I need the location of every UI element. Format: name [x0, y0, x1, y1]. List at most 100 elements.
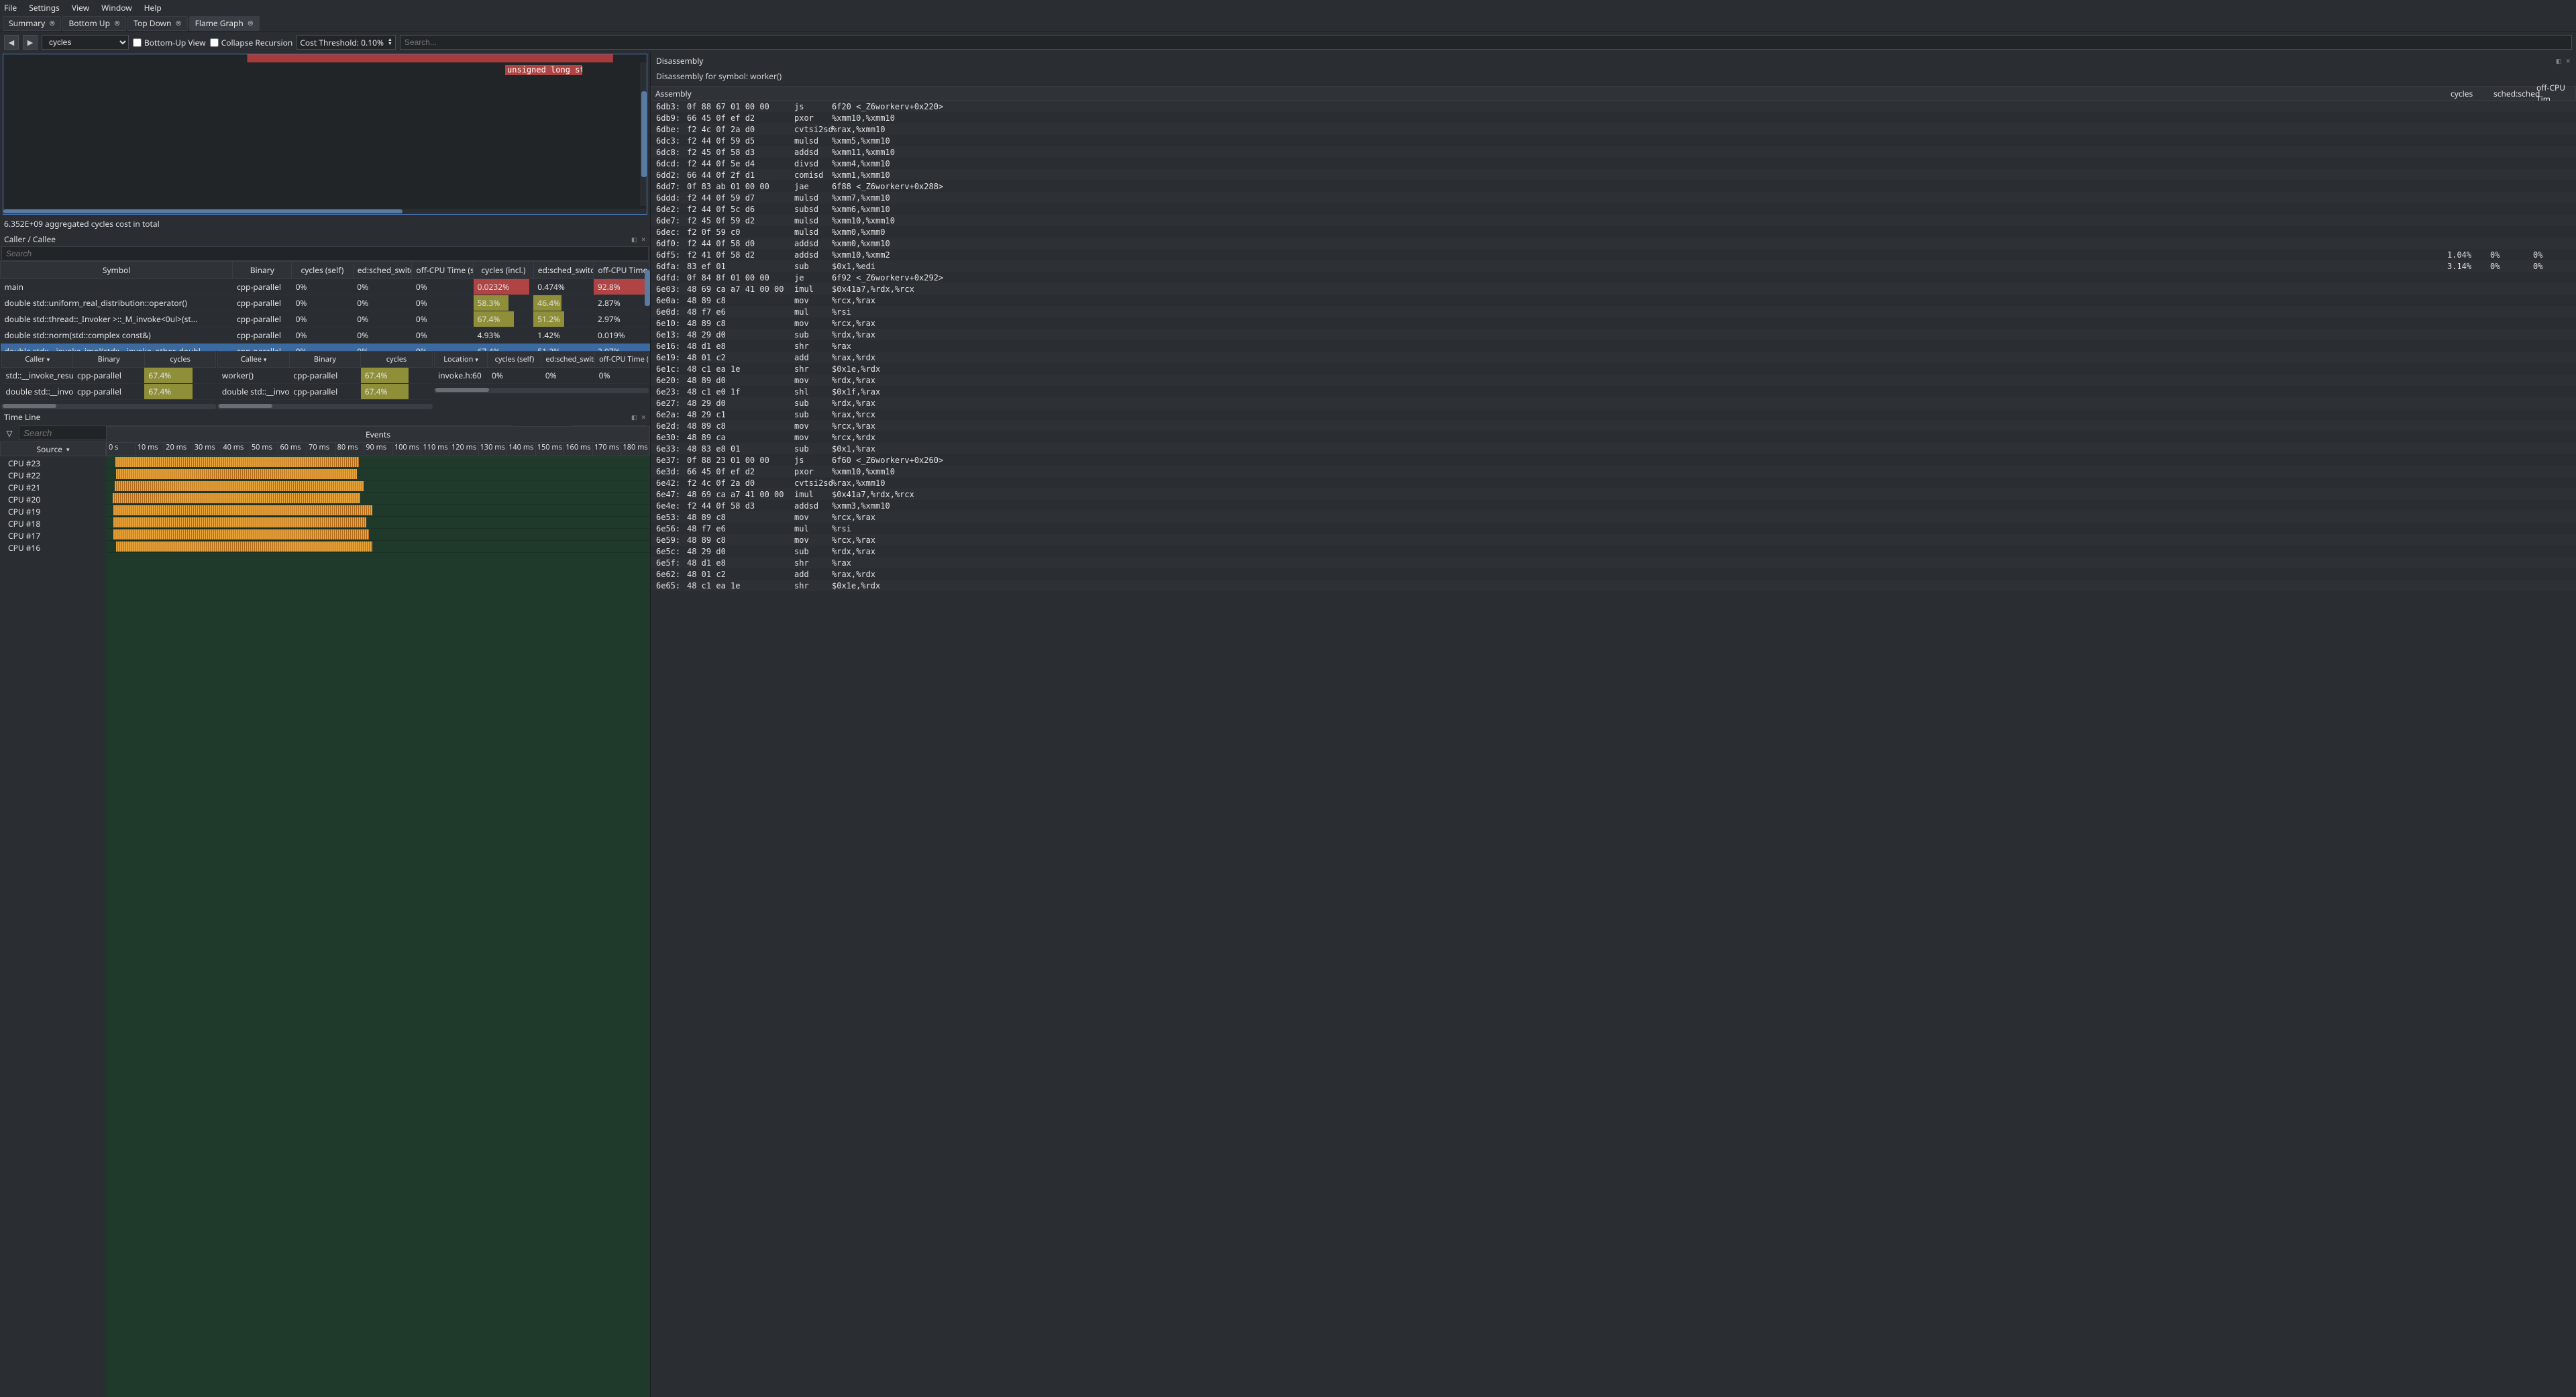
tab-bottom-up[interactable]: Bottom Up⊗ — [62, 16, 126, 31]
table-row[interactable]: double std::__invoke_impl(std::__invoke_… — [1, 344, 650, 352]
asm-row[interactable]: 6dd7:0f 83 ab 01 00 00jae6f88 <_Z6worker… — [651, 180, 2576, 192]
close-icon[interactable]: ⊗ — [248, 18, 254, 28]
asm-row[interactable]: 6e33:48 83 e8 01sub$0x1,%rax — [651, 443, 2576, 454]
caller-callee-table[interactable]: SymbolBinarycycles (self)ed:sched_switch… — [0, 261, 650, 351]
asm-row[interactable]: 6e3d:66 45 0f ef d2pxor%xmm10,%xmm10 — [651, 466, 2576, 477]
asm-row[interactable]: 6e20:48 89 d0mov%rdx,%rax — [651, 374, 2576, 386]
asm-row[interactable]: 6e13:48 29 d0sub%rdx,%rax — [651, 329, 2576, 340]
asm-row[interactable]: 6dcd:f2 44 0f 5e d4divsd%xmm4,%xmm10 — [651, 158, 2576, 169]
asm-row[interactable]: 6de2:f2 44 0f 5c d6subsd%xmm6,%xmm10 — [651, 203, 2576, 215]
asm-row[interactable]: 6df0:f2 44 0f 58 d0addsd%xmm0,%xmm10 — [651, 238, 2576, 249]
asm-row[interactable]: 6df5:f2 41 0f 58 d2addsd%xmm10,%xmm21.04… — [651, 249, 2576, 260]
callee-table[interactable]: Callee ▾Binarycycles worker()cpp-paralle… — [217, 351, 432, 400]
menu-window[interactable]: Window — [101, 2, 132, 13]
asm-row[interactable]: 6db3:0f 88 67 01 00 00js6f20 <_Z6workerv… — [651, 101, 2576, 112]
timeline-lane[interactable] — [106, 529, 650, 541]
cpu-row-label[interactable]: CPU #18 — [0, 517, 106, 529]
loc-hscroll[interactable] — [435, 388, 489, 392]
caller-table[interactable]: Caller ▾Binarycycles std::__invoke_resul… — [1, 351, 216, 400]
asm-row[interactable]: 6e23:48 c1 e0 1fshl$0x1f,%rax — [651, 386, 2576, 397]
timeline-lane[interactable] — [106, 493, 650, 505]
caller-callee-search-input[interactable] — [1, 246, 649, 261]
column-header[interactable]: cycles (incl.) — [474, 262, 534, 279]
timeline-lane[interactable] — [106, 517, 650, 529]
caller-hscroll[interactable] — [3, 404, 56, 408]
table-row[interactable]: invoke.h:600%0%0% — [434, 368, 648, 384]
timeline-lane[interactable] — [106, 468, 650, 480]
close-icon[interactable]: ⊗ — [114, 18, 120, 28]
tab-flame-graph[interactable]: Flame Graph⊗ — [189, 16, 260, 31]
cpu-row-label[interactable]: CPU #20 — [0, 493, 106, 505]
table-row[interactable]: worker()cpp-parallel67.4% — [218, 368, 432, 384]
asm-row[interactable]: 6e5f:48 d1 e8shr%rax — [651, 557, 2576, 568]
spin-down-icon[interactable]: ▼ — [388, 42, 392, 46]
asm-row[interactable]: 6e03:48 69 ca a7 41 00 00imul$0x41a7,%rd… — [651, 283, 2576, 295]
close-icon[interactable]: ⊗ — [49, 18, 55, 28]
table-row[interactable]: double std::uniform_real_distribution::o… — [1, 295, 650, 311]
callee-hscroll[interactable] — [219, 404, 272, 408]
asm-row[interactable]: 6dfd:0f 84 8f 01 00 00je6f92 <_Z6workerv… — [651, 272, 2576, 283]
nav-forward-button[interactable]: ▶ — [23, 35, 38, 50]
column-header[interactable]: ed:sched_switch (in — [533, 262, 594, 279]
cpu-row-label[interactable]: CPU #16 — [0, 541, 106, 553]
column-header[interactable]: Binary — [233, 262, 292, 279]
asm-row[interactable]: 6e2d:48 89 c8mov%rcx,%rax — [651, 420, 2576, 431]
asm-row[interactable]: 6dec:f2 0f 59 c0mulsd%xmm0,%xmm0 — [651, 226, 2576, 238]
asm-row[interactable]: 6e0a:48 89 c8mov%rcx,%rax — [651, 295, 2576, 306]
table-row[interactable]: maincpp-parallel0%0%0%0.0232%0.474%92.8% — [1, 279, 650, 295]
asm-row[interactable]: 6e37:0f 88 23 01 00 00js6f60 <_Z6workerv… — [651, 454, 2576, 466]
asm-row[interactable]: 6e2a:48 29 c1sub%rax,%rcx — [651, 409, 2576, 420]
cpu-row-label[interactable]: CPU #17 — [0, 529, 106, 541]
cc-vscroll[interactable] — [645, 270, 650, 306]
cpu-row-label[interactable]: CPU #19 — [0, 505, 106, 517]
asm-row[interactable]: 6dc3:f2 44 0f 59 d5mulsd%xmm5,%xmm10 — [651, 135, 2576, 146]
location-table[interactable]: Location ▾cycles (self)ed:sched_switch (… — [434, 351, 649, 384]
table-row[interactable]: double std::__invoke_implcpp-parallel67.… — [2, 384, 216, 400]
asm-row[interactable]: 6e30:48 89 camov%rcx,%rdx — [651, 431, 2576, 443]
table-row[interactable]: double std::thread::_Invoker >::_M_invok… — [1, 311, 650, 327]
asm-row[interactable]: 6e19:48 01 c2add%rax,%rdx — [651, 352, 2576, 363]
asm-row[interactable]: 6e4e:f2 44 0f 58 d3addsd%xmm3,%xmm10 — [651, 500, 2576, 511]
column-header[interactable]: ed:sched_switch (s — [353, 262, 412, 279]
asm-row[interactable]: 6e53:48 89 c8mov%rcx,%rax — [651, 511, 2576, 523]
asm-row[interactable]: 6e56:48 f7 e6mul%rsi — [651, 523, 2576, 534]
asm-row[interactable]: 6e5c:48 29 d0sub%rdx,%rax — [651, 546, 2576, 557]
asm-row[interactable]: 6e62:48 01 c2add%rax,%rdx — [651, 568, 2576, 580]
panel-float-icon[interactable]: ◧ — [2556, 56, 2562, 65]
source-column-header[interactable]: Source▾ — [0, 442, 106, 456]
table-row[interactable]: std::__invoke_resultcpp-parallel67.4% — [2, 368, 216, 384]
asm-row[interactable]: 6db9:66 45 0f ef d2pxor%xmm10,%xmm10 — [651, 112, 2576, 123]
asm-row[interactable]: 6e0d:48 f7 e6mul%rsi — [651, 306, 2576, 317]
cost-threshold-spinner[interactable]: Cost Threshold: 0.10%▲▼ — [297, 35, 396, 50]
close-icon[interactable]: ⊗ — [175, 18, 181, 28]
column-header[interactable]: off-CPU Time (self) — [412, 262, 474, 279]
panel-close-icon[interactable]: ✕ — [2565, 56, 2571, 65]
cpu-row-label[interactable]: CPU #21 — [0, 480, 106, 493]
asm-row[interactable]: 6de7:f2 45 0f 59 d2mulsd%xmm10,%xmm10 — [651, 215, 2576, 226]
timeline-chart[interactable]: Events 0 s10 ms20 ms30 ms40 ms50 ms60 ms… — [106, 442, 650, 1397]
asm-row[interactable]: 6e65:48 c1 ea 1eshr$0x1e,%rdx — [651, 580, 2576, 591]
menubar[interactable]: FileSettingsViewWindowHelp — [0, 0, 2576, 15]
nav-back-button[interactable]: ◀ — [4, 35, 19, 50]
asm-row[interactable]: 6e47:48 69 ca a7 41 00 00imul$0x41a7,%rd… — [651, 488, 2576, 500]
panel-float-icon[interactable]: ◧ — [631, 413, 637, 421]
table-row[interactable]: double std::__invoke_implcpp-parallel67.… — [218, 384, 432, 400]
panel-float-icon[interactable]: ◧ — [631, 235, 637, 244]
asm-row[interactable]: 6dbe:f2 4c 0f 2a d0cvtsi2sd%rax,%xmm10 — [651, 123, 2576, 135]
timeline-lane[interactable] — [106, 456, 650, 468]
flame-minimap[interactable] — [3, 54, 645, 62]
menu-help[interactable]: Help — [144, 2, 162, 13]
tab-top-down[interactable]: Top Down⊗ — [127, 16, 187, 31]
timeline-lane[interactable] — [106, 505, 650, 517]
cpu-row-label[interactable]: CPU #23 — [0, 456, 106, 468]
timeline-lane[interactable] — [106, 480, 650, 493]
bottom-up-checkbox[interactable]: Bottom-Up View — [133, 37, 206, 48]
filter-icon[interactable]: ▽ — [4, 427, 15, 438]
menu-view[interactable]: View — [72, 2, 89, 13]
metric-select[interactable]: cycles — [42, 35, 129, 50]
asm-row[interactable]: 6e10:48 89 c8mov%rcx,%rax — [651, 317, 2576, 329]
flame-graph[interactable]: std::__detail::_Modunsigned long std::do… — [3, 54, 647, 215]
menu-file[interactable]: File — [4, 2, 17, 13]
panel-close-icon[interactable]: ✕ — [641, 413, 646, 421]
asm-row[interactable]: 6dfa:83 ef 01sub$0x1,%edi3.14%0%0% — [651, 260, 2576, 272]
